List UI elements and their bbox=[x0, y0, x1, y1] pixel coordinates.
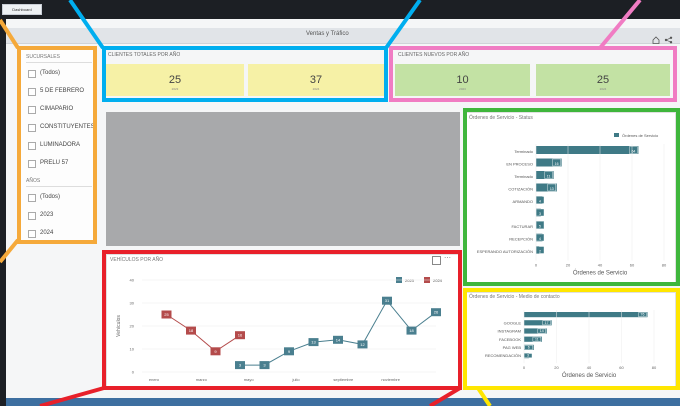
callout-leaders bbox=[0, 0, 642, 406]
